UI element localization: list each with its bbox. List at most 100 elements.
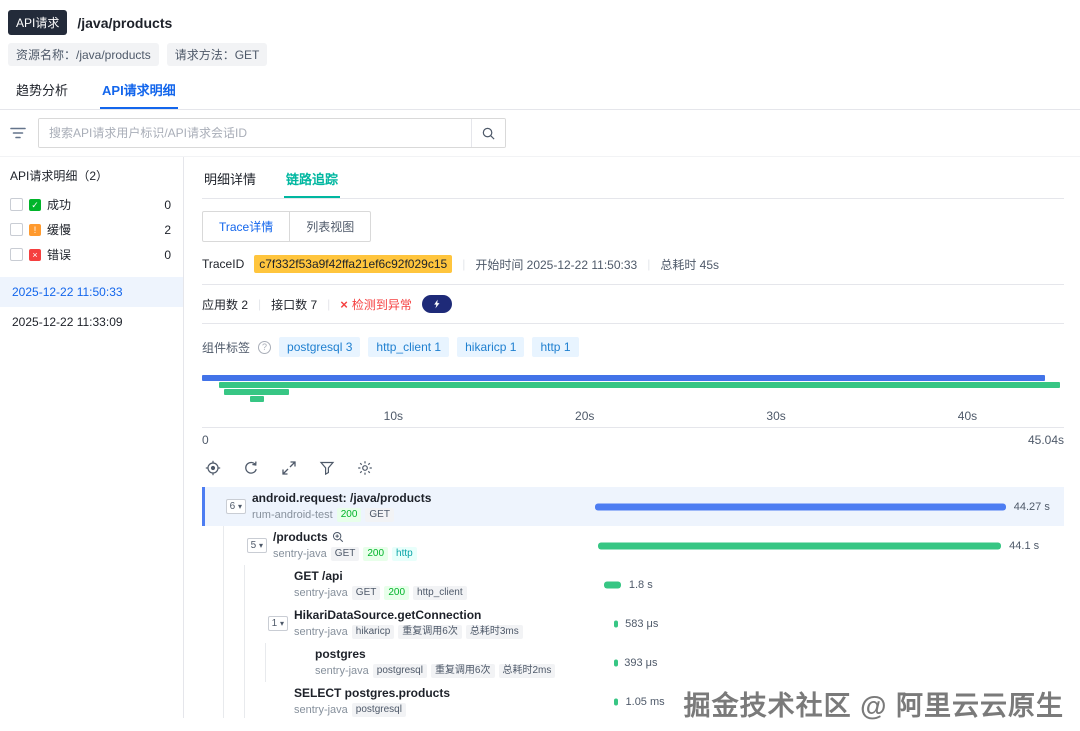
view-tab[interactable]: Trace详情: [202, 211, 291, 242]
span-row[interactable]: 1 ▾ HikariDataSource.getConnection sentry-…: [202, 604, 1064, 643]
tree-guide: [223, 526, 237, 565]
span-sub: sentry-java postgresql 重复调用6次 总耗时2ms: [315, 664, 556, 678]
search-row: [0, 110, 1080, 156]
component-tag[interactable]: hikaricp 1: [457, 337, 525, 357]
span-duration-label: 1.05 ms: [625, 695, 665, 708]
zoom-in-icon[interactable]: [332, 531, 344, 543]
range-end: 45.04s: [1027, 433, 1064, 447]
span-title-block: SELECT postgres.products sentry-java postg…: [294, 686, 450, 717]
badge-wrap: 1 ▾: [258, 616, 294, 631]
minimap-tick-label: 30s: [766, 409, 786, 423]
filter-label: 成功: [47, 198, 72, 212]
span-sub: rum-android-test 200 GET: [252, 508, 431, 522]
resource-name-tag: 资源名称：/java/products: [8, 43, 159, 66]
span-row[interactable]: postgres sentry-java postgresql 重复调用6次 总耗时2m…: [202, 643, 1064, 682]
sidebar-filter-row[interactable]: × 错误 0: [0, 242, 183, 267]
span-tag: postgresql: [372, 664, 427, 678]
span-app-name: sentry-java: [294, 626, 348, 638]
filter-funnel-icon[interactable]: [318, 459, 336, 477]
span-row[interactable]: GET /api sentry-java GET 200 http_client 1.8 …: [202, 565, 1064, 604]
minimap-range: 0 45.04s: [202, 428, 1064, 447]
search-input[interactable]: [39, 119, 471, 147]
minimap-bar: [224, 389, 290, 395]
sidebar-filter-row[interactable]: ! 缓慢 2: [0, 217, 183, 242]
component-tag[interactable]: http 1: [532, 337, 579, 357]
refresh-icon[interactable]: [242, 459, 260, 477]
span-title: SELECT postgres.products: [294, 686, 450, 700]
span-duration-bar: [604, 581, 621, 588]
span-title-block: postgres sentry-java postgresql 重复调用6次 总耗时2m…: [315, 647, 556, 678]
span-row[interactable]: 5 ▾ /products sentry-java GET 200 http 44.1 s: [202, 526, 1064, 565]
sidebar-items: 2025-12-22 11:50:33 2025-12-22 11:33:09: [0, 277, 183, 337]
status-icon: ✓: [29, 198, 41, 211]
sidebar-filters: ✓ 成功 0! 缓慢 2 × 错误 0: [0, 192, 183, 267]
trace-minimap[interactable]: 10s 20s 30s 40s 0 45.04s: [202, 371, 1064, 447]
chevron-down-icon: ▾: [279, 619, 284, 628]
meta-row: 资源名称：/java/products 请求方法：GET: [0, 37, 1080, 70]
fullscreen-icon[interactable]: [280, 459, 298, 477]
span-tag: 总耗时2ms: [498, 664, 556, 678]
span-title-text: SELECT postgres.products: [294, 686, 451, 700]
tree-guide: [223, 565, 237, 604]
collapse-toggle[interactable]: 5 ▾: [246, 538, 267, 553]
checkbox[interactable]: [10, 223, 23, 236]
span-tag: 重复调用6次: [398, 625, 462, 639]
span-bar-area: 44.27 s: [595, 487, 1050, 526]
ai-analysis-badge[interactable]: [421, 295, 452, 313]
span-row[interactable]: SELECT postgres.products sentry-java postg…: [202, 682, 1064, 718]
anomaly-detected[interactable]: × 检测到异常: [340, 296, 412, 313]
status-icon: ×: [29, 248, 41, 261]
minimap-bar: [250, 396, 265, 402]
divider: |: [258, 297, 262, 311]
span-app-name: sentry-java: [315, 665, 369, 677]
trace-info-row: TraceID c7f332f53a9f42ffa21ef6c92f029c15…: [202, 242, 1064, 285]
span-bar-area: 1.8 s: [595, 565, 1012, 604]
divider: |: [327, 297, 331, 311]
span-title: /products: [273, 530, 417, 544]
trace-start-time: 开始时间 2025-12-22 11:50:33: [475, 257, 638, 272]
tree-guide: [244, 682, 258, 718]
sidebar-filter-row[interactable]: ✓ 成功 0: [0, 192, 183, 217]
minimap-ticks: 10s 20s 30s 40s: [202, 407, 1064, 425]
minimap-tick-label: 10s: [383, 409, 404, 423]
collapse-toggle[interactable]: 1 ▾: [267, 616, 288, 631]
error-x-icon: ×: [340, 296, 348, 312]
header-tab[interactable]: API请求明细: [100, 72, 178, 109]
span-title: GET /api: [294, 569, 467, 583]
span-title-block: GET /api sentry-java GET 200 http_client: [294, 569, 467, 600]
trace-id-value[interactable]: c7f332f53a9f42ffa21ef6c92f029c15: [254, 255, 453, 273]
page-title: /java/products: [77, 14, 173, 31]
settings-gear-icon[interactable]: [356, 459, 374, 477]
span-app-name: sentry-java: [294, 587, 348, 599]
detail-tabs: 明细详情 链路追踪: [202, 161, 1064, 199]
anomaly-label: 检测到异常: [351, 297, 412, 312]
sidebar-trace-item[interactable]: 2025-12-22 11:50:33: [0, 277, 183, 307]
component-tag[interactable]: http_client 1: [368, 337, 450, 357]
component-tag[interactable]: postgresql 3: [279, 337, 361, 357]
checkbox[interactable]: [10, 248, 23, 261]
detail-tab[interactable]: 明细详情: [202, 161, 258, 198]
filter-lines-icon[interactable]: [8, 123, 28, 143]
span-row[interactable]: 6 ▾ android.request: /java/products rum-an…: [202, 487, 1064, 526]
trace-total-time: 总耗时 45s: [660, 257, 719, 272]
span-duration-bar: [597, 542, 1002, 549]
help-icon[interactable]: ?: [258, 340, 272, 354]
search-button[interactable]: [471, 119, 505, 147]
search-box: [38, 118, 506, 148]
detail-tab[interactable]: 链路追踪: [284, 161, 341, 198]
tree-guide: [223, 643, 237, 682]
checkbox[interactable]: [10, 198, 23, 211]
span-tag: GET: [330, 547, 360, 561]
chevron-down-icon: ▾: [258, 541, 263, 550]
trace-summary-row: 应用数 2 | 接口数 7 | × 检测到异常: [202, 285, 1064, 324]
span-title-block: android.request: /java/products rum-andro…: [252, 491, 431, 522]
sidebar-trace-item[interactable]: 2025-12-22 11:33:09: [0, 307, 183, 337]
header-tab[interactable]: 趋势分析: [14, 72, 70, 109]
span-title: android.request: /java/products: [252, 491, 431, 505]
collapse-toggle[interactable]: 6 ▾: [225, 499, 246, 514]
span-duration-label: 393 μs: [624, 656, 658, 669]
view-tab[interactable]: 列表视图: [289, 211, 372, 242]
locate-icon[interactable]: [204, 459, 222, 477]
filter-count: 2: [164, 222, 171, 237]
span-tag: 重复调用6次: [430, 664, 495, 678]
